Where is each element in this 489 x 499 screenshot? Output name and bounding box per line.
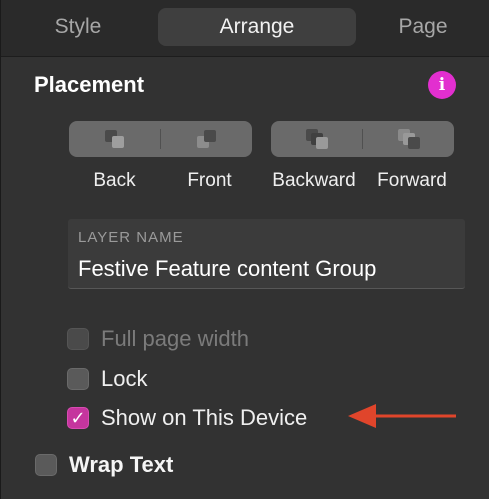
tab-arrange[interactable]: Arrange (158, 8, 356, 46)
tab-style[interactable]: Style (19, 8, 137, 46)
full-page-width-checkbox (67, 328, 89, 350)
full-page-width-option: Full page width (67, 326, 249, 352)
send-to-back-icon (104, 129, 126, 149)
forward-label: Forward (377, 170, 447, 191)
backward-label: Backward (272, 170, 356, 191)
front-label: Front (187, 170, 232, 191)
show-on-device-checkbox[interactable]: ✓ (67, 407, 89, 429)
checkmark-icon: ✓ (70, 408, 86, 428)
front-button[interactable] (161, 121, 252, 157)
lock-checkbox[interactable] (67, 368, 89, 390)
layer-name-field[interactable]: LAYER NAME Festive Feature content Group (68, 219, 465, 289)
placement-title: Placement (34, 72, 145, 97)
back-front-segment (69, 121, 252, 157)
lock-option[interactable]: Lock (67, 366, 147, 392)
layer-name-label: LAYER NAME (78, 229, 184, 246)
show-on-device-label: Show on This Device (101, 405, 308, 430)
back-label: Back (93, 170, 136, 191)
full-page-width-label: Full page width (101, 326, 249, 351)
annotation-arrow-icon (348, 404, 456, 428)
tab-page[interactable]: Page (373, 8, 473, 46)
wrap-text-checkbox[interactable] (35, 454, 57, 476)
send-backward-icon (305, 129, 328, 149)
inspector-panel: Style Arrange Page Placement i Back Fron… (0, 0, 489, 499)
wrap-text-option[interactable]: Wrap Text (35, 452, 173, 478)
backward-button[interactable] (271, 121, 362, 157)
inspector-tabs: Style Arrange Page (1, 0, 489, 57)
info-icon[interactable]: i (428, 71, 456, 99)
backward-forward-segment (271, 121, 454, 157)
bring-to-front-icon (196, 129, 218, 149)
forward-button[interactable] (363, 121, 454, 157)
layer-name-value[interactable]: Festive Feature content Group (78, 256, 376, 282)
wrap-text-label: Wrap Text (69, 452, 174, 477)
bring-forward-icon (397, 129, 420, 149)
back-button[interactable] (69, 121, 160, 157)
lock-label: Lock (101, 366, 148, 391)
show-on-device-option[interactable]: ✓ Show on This Device (67, 405, 307, 431)
